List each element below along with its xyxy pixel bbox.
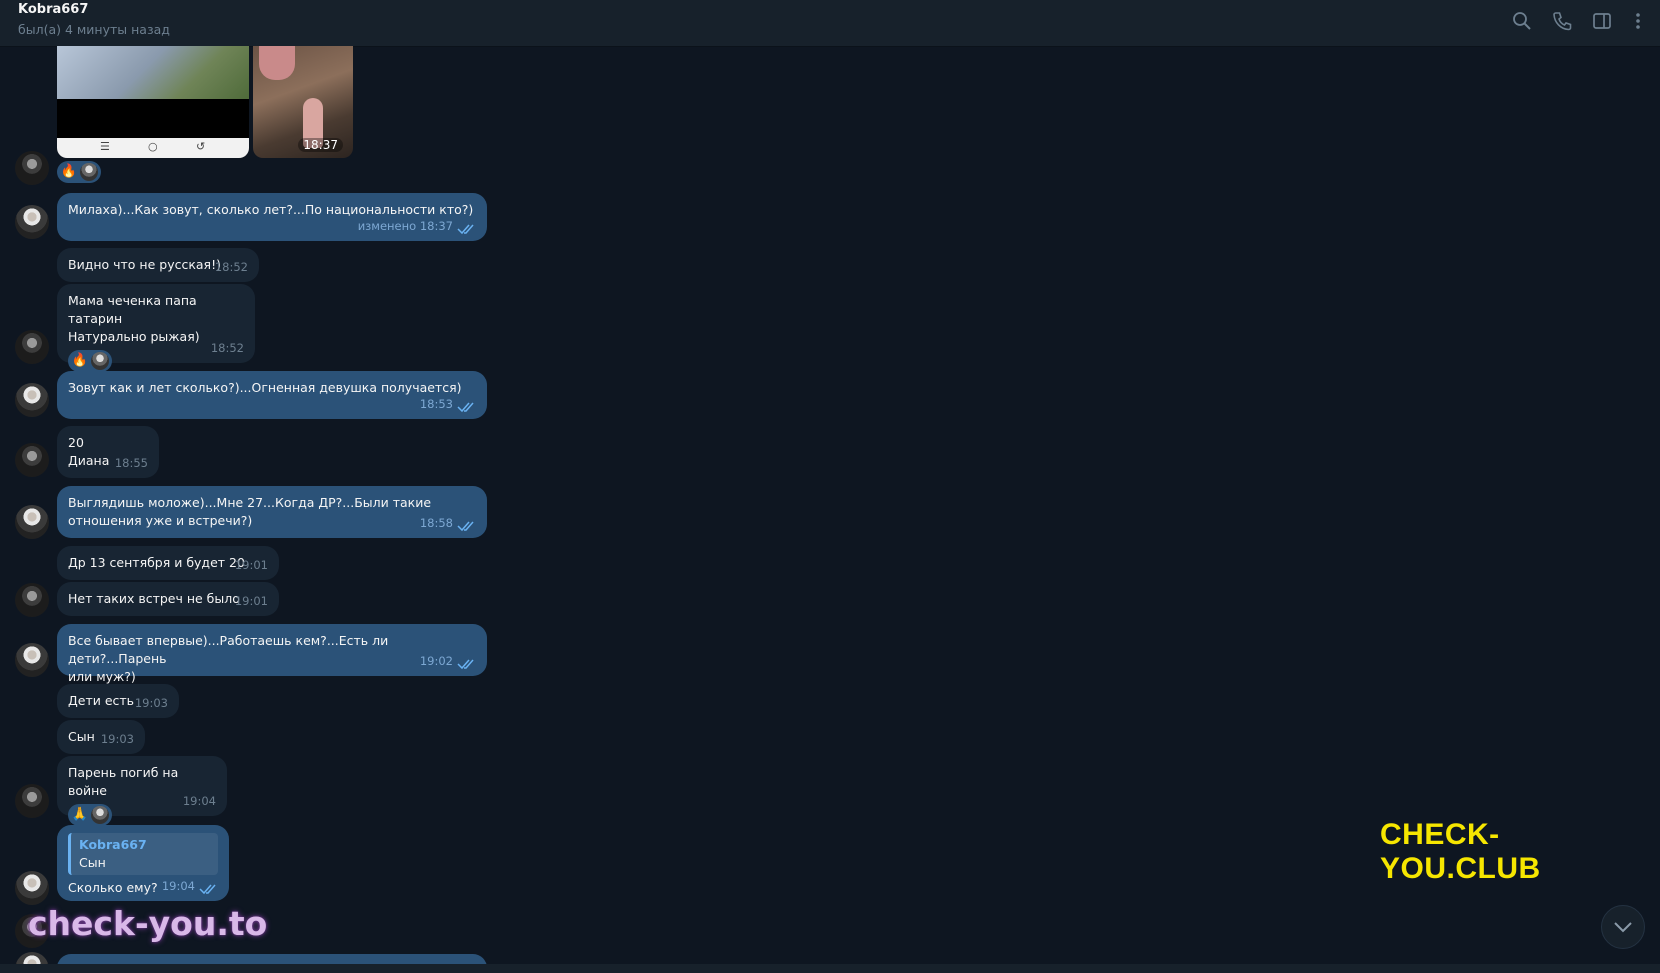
message-time: изменено 18:37: [357, 219, 453, 233]
avatar[interactable]: [15, 643, 49, 677]
reaction-bar[interactable]: 🙏: [68, 804, 112, 826]
message-bubble[interactable]: Нет таких встреч не было 19:01: [57, 582, 279, 616]
reactor-avatar: [91, 352, 109, 370]
chat-header: Kobra667 был(а) 4 минуты назад: [0, 0, 1660, 47]
double-check-icon: [457, 659, 474, 670]
avatar[interactable]: [15, 505, 49, 539]
reply-quote[interactable]: Kobra667 Сын: [68, 833, 218, 875]
avatar[interactable]: [15, 330, 49, 364]
avatar[interactable]: [15, 443, 49, 477]
message-time: 19:04: [182, 794, 216, 808]
message-bubble[interactable]: Выглядишь моложе)...Мне 27...Когда ДР?..…: [57, 486, 487, 538]
message-time: 19:04: [161, 879, 195, 893]
message-text: Мама чеченка папа татарин: [68, 293, 197, 326]
message-time: 19:02: [419, 654, 453, 668]
message-time: 18:53: [419, 397, 453, 411]
message-time: 19:01: [234, 558, 268, 572]
reaction-bar[interactable]: 🔥: [68, 350, 112, 372]
message-text: Все бывает впервые)...Работаешь кем?...Е…: [68, 633, 389, 666]
double-check-icon: [457, 402, 474, 413]
avatar[interactable]: [15, 151, 49, 185]
message-time: 18:37: [298, 138, 343, 152]
message-bubble[interactable]: Видно что не русская!) 18:52: [57, 248, 259, 282]
message-bubble[interactable]: Все бывает впервые)...Работаешь кем?...Е…: [57, 624, 487, 684]
message-text: 20: [68, 435, 84, 450]
avatar[interactable]: [15, 784, 49, 818]
photo-attachment[interactable]: 18:37: [253, 46, 353, 158]
sidebar-icon[interactable]: [1591, 10, 1613, 32]
avatar[interactable]: [15, 205, 49, 239]
nav-glyph: ○: [148, 140, 158, 153]
avatar[interactable]: [15, 871, 49, 905]
message-time: 18:52: [214, 260, 248, 274]
message-time: 18:58: [419, 516, 453, 530]
message-text: Зовут как и лет сколько?)...Огненная дев…: [68, 380, 462, 395]
message-bubble[interactable]: Парень погиб на войне 🙏 19:04: [57, 756, 227, 826]
chat-title[interactable]: Kobra667: [18, 2, 88, 17]
message-time: 19:01: [234, 594, 268, 608]
message-bubble[interactable]: Зовут как и лет сколько?)...Огненная дев…: [57, 371, 487, 419]
reply-author: Kobra667: [79, 837, 147, 852]
fire-reaction-icon[interactable]: 🔥: [71, 352, 89, 370]
reaction-bar[interactable]: 🔥: [57, 161, 101, 183]
message-text: отношения уже и встречи?): [68, 513, 253, 528]
message-text: Выглядишь моложе)...Мне 27...Когда ДР?..…: [68, 495, 432, 510]
message-bubble[interactable]: 20 Диана 18:55: [57, 426, 159, 478]
reactor-avatar: [91, 806, 109, 824]
reply-text: Сын: [79, 855, 106, 870]
message-bubble[interactable]: Мама чеченка папа татарин Натурально рыж…: [57, 284, 255, 372]
double-check-icon: [457, 521, 474, 532]
message-bubble[interactable]: [57, 954, 487, 964]
nav-glyph: ↺: [196, 140, 206, 153]
pray-reaction-icon[interactable]: 🙏: [71, 806, 89, 824]
search-icon[interactable]: [1511, 10, 1533, 32]
message-time: 19:03: [100, 732, 134, 746]
message-bubble[interactable]: Kobra667 Сын Сколько ему? 19:04: [57, 825, 229, 901]
photo-attachment[interactable]: ☰ ○ ↺: [57, 46, 249, 158]
double-check-icon: [457, 224, 474, 235]
message-bubble[interactable]: Др 13 сентября и будет 20 19:01: [57, 546, 279, 580]
avatar[interactable]: [15, 952, 49, 964]
message-time: 19:03: [134, 696, 168, 710]
fire-reaction-icon[interactable]: 🔥: [60, 163, 78, 181]
double-check-icon: [199, 884, 216, 895]
reactor-avatar: [80, 163, 98, 181]
input-area: [0, 964, 1660, 973]
avatar[interactable]: [15, 583, 49, 617]
message-text: Сколько ему?: [68, 880, 158, 895]
nav-glyph: ☰: [100, 140, 110, 153]
avatar[interactable]: [15, 383, 49, 417]
message-time: 18:52: [210, 341, 244, 355]
message-time: 18:55: [114, 456, 148, 470]
message-bubble[interactable]: Милаха)...Как зовут, сколько лет?...По н…: [57, 193, 487, 241]
message-bubble[interactable]: Дети есть 19:03: [57, 684, 179, 718]
message-bubble[interactable]: Сын 19:03: [57, 720, 145, 754]
phone-icon[interactable]: [1551, 10, 1573, 32]
scroll-down-button[interactable]: [1601, 905, 1645, 949]
watermark-text: check-you.to: [28, 904, 268, 943]
watermark-text: CHECK-YOU.CLUB: [1380, 818, 1541, 885]
more-icon[interactable]: [1627, 10, 1649, 32]
chevron-down-icon: [1614, 922, 1632, 933]
chat-status: был(а) 4 минуты назад: [18, 22, 170, 37]
